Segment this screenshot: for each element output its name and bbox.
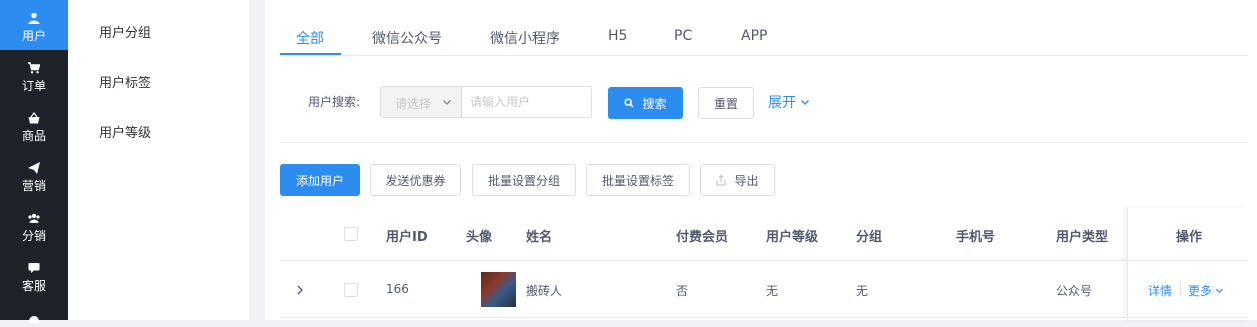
add-user-button[interactable]: 添加用户: [280, 164, 360, 196]
channel-tabs: 全部 微信公众号 微信小程序 H5 PC APP: [280, 28, 1248, 56]
select-all-checkbox[interactable]: [344, 227, 358, 241]
submenu-item-tag[interactable]: 用户标签: [99, 72, 151, 91]
nav-item-distribution[interactable]: 分销: [0, 200, 68, 250]
tab-app[interactable]: APP: [741, 28, 767, 44]
send-coupon-button[interactable]: 发送优惠券: [370, 164, 461, 196]
nav-item-label: 用户: [21, 29, 46, 43]
search-input[interactable]: [461, 86, 592, 118]
nav-item-label: 客服: [21, 279, 46, 293]
cell-paid-member: 否: [676, 284, 689, 298]
chevron-down-icon: [442, 96, 452, 106]
batch-tag-button[interactable]: 批量设置标签: [586, 164, 690, 196]
search-label: 用户搜索:: [308, 95, 361, 109]
main-content: 全部 微信公众号 微信小程序 H5 PC APP 用户搜索: 请选择 搜索 重置…: [265, 0, 1257, 320]
table-row: 166 搬砖人 否 无 无 公众号 详情 更多: [280, 261, 1248, 318]
group-icon: [28, 212, 40, 224]
fixed-action-column: [1127, 208, 1249, 320]
col-avatar: 头像: [466, 230, 493, 245]
row-checkbox[interactable]: [344, 283, 358, 297]
nav-item-order[interactable]: 订单: [0, 50, 68, 100]
export-label: 导出: [734, 173, 759, 188]
col-group: 分组: [856, 230, 883, 245]
tab-wechat-official[interactable]: 微信公众号: [372, 28, 442, 48]
search-icon: [624, 98, 635, 108]
submenu: 用户分组 用户标签 用户等级: [68, 0, 249, 320]
search-button-label: 搜索: [642, 96, 667, 111]
export-icon: [716, 174, 727, 186]
nav-item-service[interactable]: 客服: [0, 250, 68, 300]
reset-button-label: 重置: [713, 96, 738, 111]
cell-name: 搬砖人: [526, 284, 563, 298]
search-button[interactable]: 搜索: [608, 87, 683, 119]
col-user-level: 用户等级: [766, 230, 819, 245]
cell-user-type: 公众号: [1056, 284, 1093, 298]
tab-h5[interactable]: H5: [608, 28, 627, 44]
nav-item-label: 订单: [21, 79, 46, 93]
add-user-label: 添加用户: [295, 173, 344, 188]
col-phone: 手机号: [956, 230, 996, 245]
search-type-select[interactable]: 请选择: [380, 86, 462, 118]
section-divider: [280, 142, 1248, 143]
cell-user-level: 无: [766, 284, 779, 298]
main-nav: 用户 订单 商品 营销 分销 客服: [0, 0, 68, 326]
col-name: 姓名: [526, 230, 553, 245]
send-coupon-label: 发送优惠券: [385, 173, 446, 188]
nav-item-label: 商品: [21, 129, 46, 143]
nav-item-label: 分销: [21, 229, 46, 243]
submenu-item-level[interactable]: 用户等级: [99, 122, 151, 141]
col-user-id: 用户ID: [386, 230, 428, 245]
tab-all[interactable]: 全部: [296, 28, 324, 48]
tab-active-indicator: [280, 53, 341, 55]
cart-icon: [28, 62, 40, 74]
nav-item-label: 营销: [21, 179, 46, 193]
col-user-type: 用户类型: [1056, 230, 1109, 245]
export-button[interactable]: 导出: [700, 164, 775, 196]
basket-icon: [28, 112, 40, 124]
chat-icon: [28, 262, 40, 274]
expand-label: 展开: [768, 95, 796, 111]
coin-icon: [28, 312, 40, 326]
nav-item-marketing[interactable]: 营销: [0, 150, 68, 200]
reset-button[interactable]: 重置: [698, 87, 754, 119]
avatar: [481, 272, 516, 307]
batch-group-button[interactable]: 批量设置分组: [472, 164, 576, 196]
tab-pc[interactable]: PC: [674, 28, 692, 44]
table-header: 用户ID 头像 姓名 付费会员 用户等级 分组 手机号 用户类型 操作: [280, 208, 1248, 261]
cell-user-id: 166: [386, 282, 409, 296]
expand-row-icon[interactable]: [296, 284, 304, 299]
cell-group: 无: [856, 284, 869, 298]
chevron-down-icon: [800, 97, 810, 107]
user-icon: [28, 12, 40, 24]
batch-tag-label: 批量设置标签: [601, 173, 674, 188]
nav-item-goods[interactable]: 商品: [0, 100, 68, 150]
select-placeholder: 请选择: [395, 97, 432, 111]
submenu-item-group[interactable]: 用户分组: [99, 22, 151, 41]
tab-wechat-miniprogram[interactable]: 微信小程序: [490, 28, 560, 48]
nav-item-user[interactable]: 用户: [0, 0, 68, 50]
col-paid-member: 付费会员: [676, 230, 729, 245]
send-icon: [28, 162, 40, 174]
expand-toggle[interactable]: 展开: [768, 92, 810, 112]
batch-group-label: 批量设置分组: [487, 173, 560, 188]
